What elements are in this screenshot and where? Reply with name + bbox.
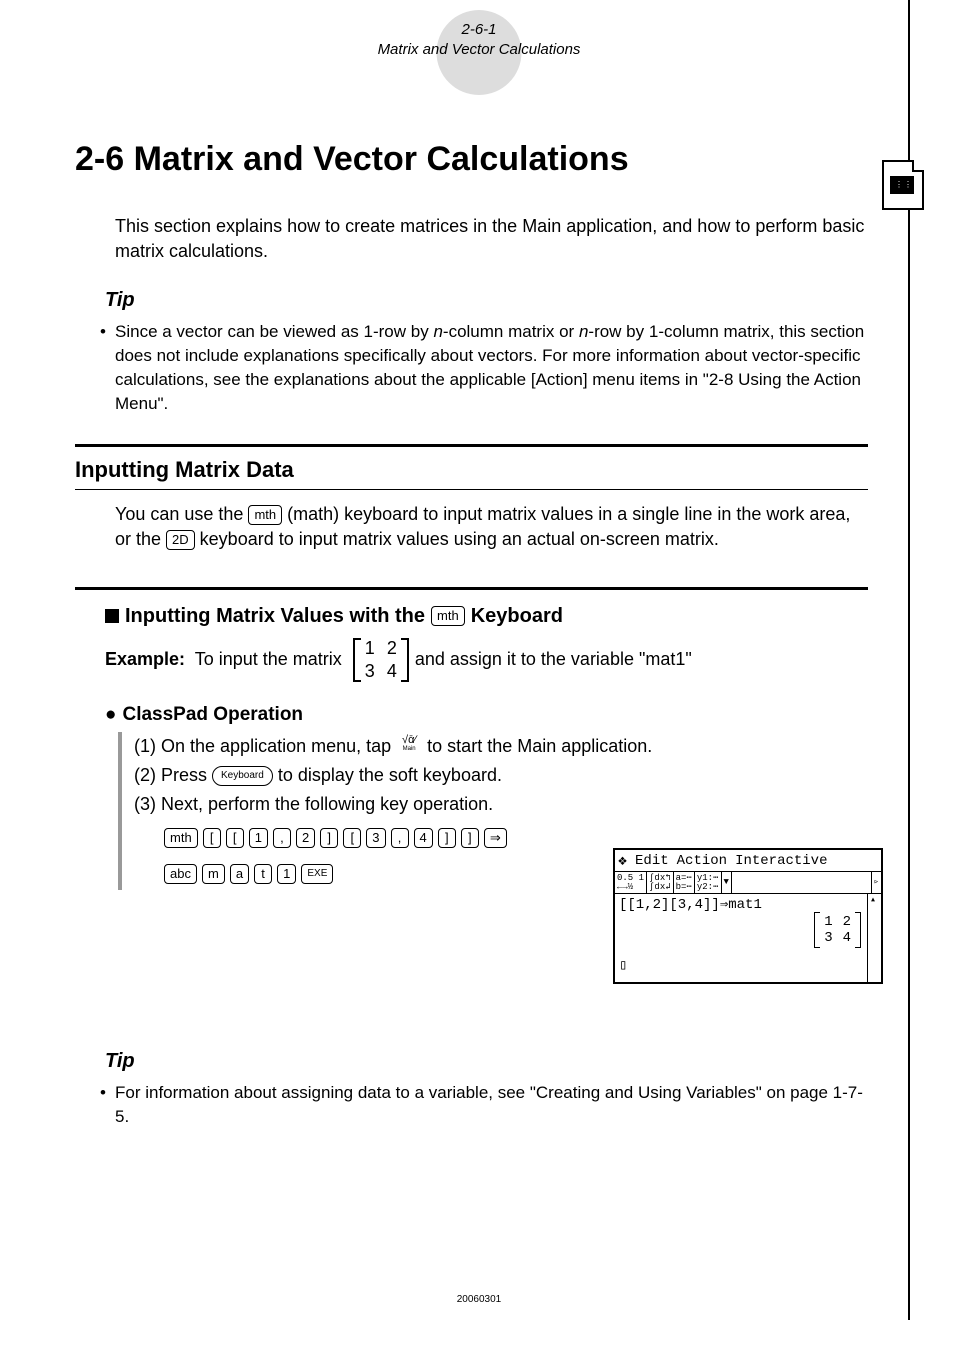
ss-rbracket-icon	[855, 912, 861, 948]
seq-rbr1: ]	[320, 828, 338, 848]
page-ref-number: 2-6-1	[378, 20, 581, 40]
ss-menu-bar: ❖ Edit Action Interactive	[615, 850, 881, 872]
2d-key-icon: 2D	[166, 530, 195, 550]
italic-n-2: n	[579, 322, 588, 341]
intro-paragraph: This section explains how to create matr…	[50, 214, 898, 264]
step-1: (1) On the application menu, tap √ᾱ∕ Mai…	[134, 732, 898, 761]
ss-menu-interactive[interactable]: Interactive	[735, 853, 827, 869]
square-bullet-icon	[105, 609, 119, 623]
tip-heading-2: Tip	[50, 1050, 898, 1073]
ss-cursor-line: ▯	[619, 957, 877, 974]
ss-m21: 3	[824, 930, 832, 946]
mth-key-icon: mth	[248, 505, 282, 525]
tip-1-text-pre: Since a vector can be viewed as 1-row by	[115, 322, 433, 341]
ss-scrollbar[interactable]	[867, 894, 881, 982]
tip-heading-1: Tip	[50, 289, 898, 312]
ss-tool-right[interactable]: ▹	[871, 872, 881, 893]
mth-key-icon-2: mth	[431, 606, 465, 626]
sub-heading-post: Keyboard	[471, 605, 563, 628]
ss-menu-edit[interactable]: Edit	[635, 853, 669, 869]
step-2: (2) Press Keyboard to display the soft k…	[134, 761, 898, 790]
ss-tool-dropdown[interactable]: ▼	[722, 872, 732, 893]
tip-1-body: • Since a vector can be viewed as 1-row …	[50, 320, 898, 415]
seq-1b: 1	[277, 864, 296, 884]
step2-a: (2) Press	[134, 765, 212, 785]
italic-n-1: n	[433, 322, 442, 341]
section1-text-c: keyboard to input matrix values using an…	[200, 529, 719, 549]
seq-a: a	[230, 864, 249, 884]
seq-lbr2: [	[226, 828, 244, 848]
bullet-icon-2: •	[100, 1081, 115, 1129]
tip-2-body: • For information about assigning data t…	[50, 1081, 898, 1129]
left-bracket-icon	[353, 638, 361, 682]
keyboard-key-icon: Keyboard	[212, 766, 273, 786]
page-title: 2-6 Matrix and Vector Calculations	[50, 140, 898, 179]
step-3: (3) Next, perform the following key oper…	[134, 790, 898, 819]
example-matrix: 1 2 3 4	[353, 636, 409, 684]
page-fold-icon	[912, 160, 924, 172]
ss-m11: 1	[824, 914, 832, 930]
matrix-cell-22: 4	[387, 661, 397, 682]
seq-comma1: ,	[273, 828, 291, 848]
page-header: 2-6-1 Matrix and Vector Calculations	[378, 20, 581, 59]
divider-sub	[75, 587, 868, 590]
sub-heading-pre: Inputting Matrix Values with the	[125, 605, 425, 628]
seq-mth: mth	[164, 828, 198, 848]
ss-tool-1[interactable]: ∫dx↰ ∫dx↲	[647, 872, 674, 893]
step1-b: to start the Main application.	[427, 736, 652, 756]
classpad-operation-heading: ClassPad Operation	[50, 704, 898, 726]
seq-lbr1: [	[203, 828, 221, 848]
seq-t: t	[254, 864, 272, 884]
seq-rbr3: ]	[461, 828, 479, 848]
step2-b: to display the soft keyboard.	[278, 765, 502, 785]
ss-m12: 2	[843, 914, 851, 930]
section-1-paragraph: You can use the mth (math) keyboard to i…	[50, 502, 898, 552]
bullet-icon: •	[100, 320, 115, 415]
right-bracket-icon	[401, 638, 409, 682]
example-row: Example: To input the matrix 1 2 3 4 and…	[50, 636, 898, 684]
example-pre-text: To input the matrix	[185, 649, 347, 670]
seq-3: 3	[366, 828, 385, 848]
seq-4: 4	[414, 828, 433, 848]
seq-2: 2	[296, 828, 315, 848]
ss-tool-0[interactable]: 0.5 1 ←→½	[615, 872, 647, 893]
page-ref-subtitle: Matrix and Vector Calculations	[378, 40, 581, 60]
footer-date: 20060301	[457, 1294, 502, 1305]
step1-a: (1) On the application menu, tap	[134, 736, 396, 756]
section1-text-a: You can use the	[115, 504, 248, 524]
ss-m22: 4	[843, 930, 851, 946]
matrix-cell-21: 3	[365, 661, 375, 682]
tip-2-text: For information about assigning data to …	[115, 1081, 868, 1129]
main-app-icon: √ᾱ∕ Main	[396, 735, 422, 759]
ss-result-matrix: 1 2 3 4	[814, 912, 861, 948]
matrix-cell-11: 1	[365, 638, 375, 659]
divider-thick	[75, 444, 868, 447]
seq-arrow: ⇒	[484, 828, 507, 848]
example-label: Example:	[105, 649, 185, 670]
ss-menu-action[interactable]: Action	[677, 853, 727, 869]
seq-comma2: ,	[391, 828, 409, 848]
calculator-screenshot: ❖ Edit Action Interactive 0.5 1 ←→½ ∫dx↰…	[613, 848, 883, 984]
subsection-heading: Inputting Matrix Values with the mth Key…	[50, 605, 898, 628]
tip-1-text-mid: -column matrix or	[443, 322, 579, 341]
seq-rbr2: ]	[438, 828, 456, 848]
calculator-grid-icon	[890, 176, 914, 194]
v-menu-icon[interactable]: ❖	[618, 851, 627, 870]
ss-work-area[interactable]: [[1,2][3,4]]⇒mat1 1 2 3 4 ▯	[615, 894, 881, 982]
seq-lbr3: [	[343, 828, 361, 848]
seq-1: 1	[249, 828, 268, 848]
ss-tool-3[interactable]: y1:⋯ y2:⋯	[695, 872, 722, 893]
section-heading-inputting: Inputting Matrix Data	[50, 457, 898, 483]
matrix-cell-12: 2	[387, 638, 397, 659]
example-post-text: and assign it to the variable "mat1"	[415, 649, 692, 670]
ss-input-line: [[1,2][3,4]]⇒mat1	[619, 896, 877, 913]
ss-toolbar: 0.5 1 ←→½ ∫dx↰ ∫dx↲ a=⋯ b=⋯ y1:⋯ y2:⋯ ▼ …	[615, 872, 881, 894]
seq-abc: abc	[164, 864, 197, 884]
divider-thin	[75, 489, 868, 490]
seq-m: m	[202, 864, 225, 884]
side-page-icon[interactable]	[882, 160, 924, 210]
seq-exe: EXE	[301, 864, 333, 884]
ss-tool-2[interactable]: a=⋯ b=⋯	[674, 872, 695, 893]
